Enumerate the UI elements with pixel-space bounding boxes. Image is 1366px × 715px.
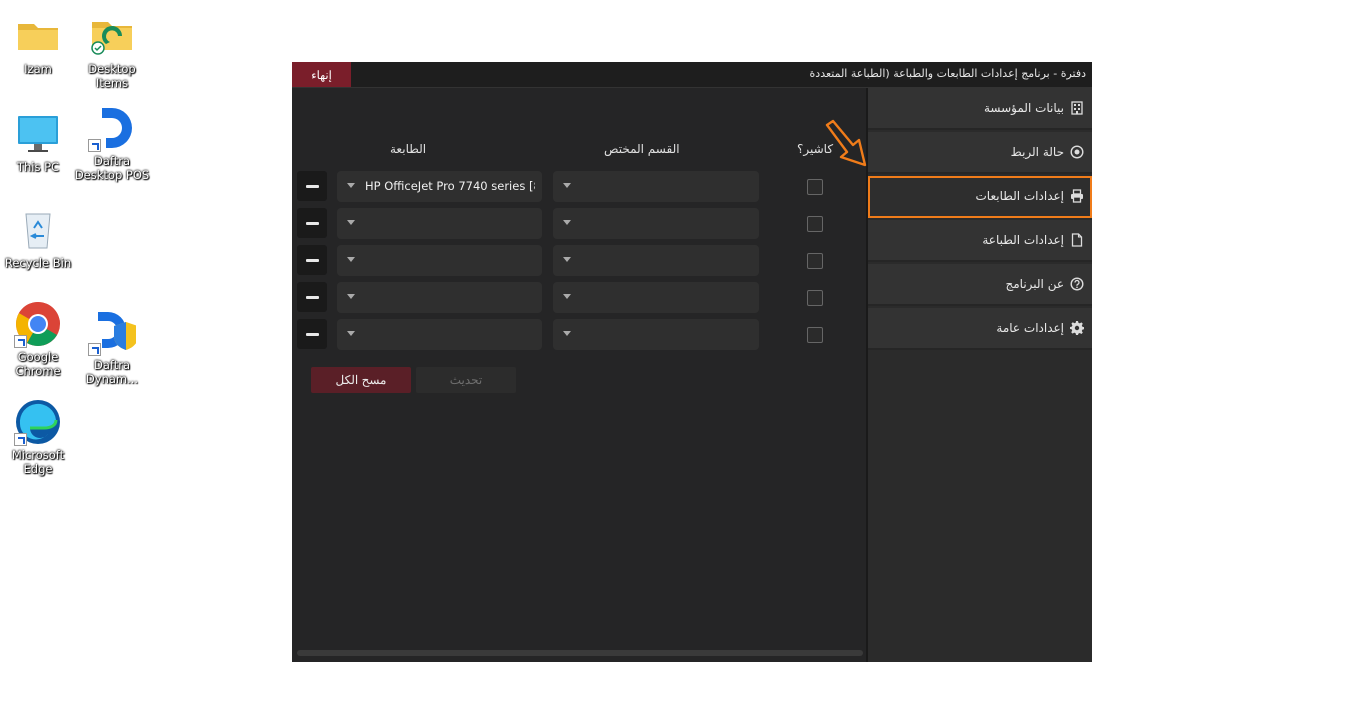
remove-row-button[interactable] (297, 319, 327, 349)
printer-icon (1070, 189, 1084, 203)
cashier-checkbox[interactable] (807, 327, 823, 343)
question-circle-icon (1070, 277, 1084, 291)
cashier-checkbox[interactable] (807, 253, 823, 269)
printers-panel: كاشير؟ القسم المختص الطابعة HP OfficeJet… (292, 88, 866, 662)
printer-dropdown[interactable] (337, 282, 542, 313)
settings-sidebar: بيانات المؤسسة حالة الربط إعدادات الطابع… (866, 88, 1092, 662)
chevron-down-icon (347, 294, 355, 299)
edge-icon (14, 398, 62, 446)
chevron-down-icon (563, 294, 571, 299)
desktop-icon-recycle-bin[interactable]: Recycle Bin (0, 206, 76, 270)
printer-dropdown[interactable] (337, 208, 542, 239)
chevron-down-icon (563, 257, 571, 262)
chevron-down-icon (347, 220, 355, 225)
gear-icon (1070, 321, 1084, 335)
printer-dropdown[interactable]: HP OfficeJet Pro 7740 series [8... (337, 171, 542, 202)
monitor-icon (14, 110, 62, 158)
department-dropdown[interactable] (553, 245, 759, 276)
desktop-icon-google-chrome[interactable]: Google Chrome (0, 300, 76, 378)
app-window: إنهاء دفترة - برنامج إعدادات الطابعات وا… (292, 62, 1092, 662)
chrome-icon (14, 300, 62, 348)
sidebar-item-organization[interactable]: بيانات المؤسسة (868, 88, 1092, 130)
shortcut-arrow-icon (14, 433, 27, 446)
sidebar-item-label: حالة الربط (1010, 145, 1064, 159)
sidebar-item-label: عن البرنامج (1005, 277, 1064, 291)
department-dropdown[interactable] (553, 319, 759, 350)
printer-dropdown-value: HP OfficeJet Pro 7740 series [8... (365, 179, 535, 193)
desktop-icon-label: This PC (16, 160, 60, 174)
sidebar-item-label: بيانات المؤسسة (983, 101, 1064, 115)
sidebar-item-label: إعدادات الطباعة (982, 233, 1064, 247)
desktop-icon-desktop-items[interactable]: Desktop Items (74, 12, 150, 90)
sidebar-item-connection-status[interactable]: حالة الربط (868, 132, 1092, 174)
desktop-icon-label: Daftra Dynam... (85, 358, 139, 386)
desktop-icon-label: Recycle Bin (4, 256, 72, 270)
printer-dropdown[interactable] (337, 245, 542, 276)
building-icon (1070, 101, 1084, 115)
department-dropdown[interactable] (553, 208, 759, 239)
shortcut-arrow-icon (88, 343, 101, 356)
chevron-down-icon (347, 183, 355, 188)
desktop-icon-izam[interactable]: Izam (0, 12, 76, 76)
remove-row-button[interactable] (297, 282, 327, 312)
cashier-checkbox[interactable] (807, 179, 823, 195)
desktop-icon-this-pc[interactable]: This PC (0, 110, 76, 174)
file-icon (1070, 233, 1084, 247)
column-header-department: القسم المختص (604, 142, 680, 156)
sidebar-item-label: إعدادات الطابعات (975, 189, 1065, 203)
sidebar-item-about[interactable]: عن البرنامج (868, 264, 1092, 306)
synced-folder-icon (88, 12, 136, 60)
desktop-icon-daftra-dynam[interactable]: Daftra Dynam... (74, 308, 150, 386)
chevron-down-icon (347, 257, 355, 262)
recycle-bin-icon (14, 206, 62, 254)
remove-row-button[interactable] (297, 245, 327, 275)
radio-dot-icon (1070, 145, 1084, 159)
cashier-checkbox[interactable] (807, 290, 823, 306)
desktop-icon-label: Daftra Desktop POS (74, 154, 150, 182)
clear-all-button[interactable]: مسح الكل (311, 367, 411, 393)
window-title: دفترة - برنامج إعدادات الطابعات والطباعة… (809, 67, 1086, 80)
daftra-shield-icon (88, 308, 138, 356)
department-dropdown[interactable] (553, 282, 759, 313)
remove-row-button[interactable] (297, 208, 327, 238)
remove-row-button[interactable] (297, 171, 327, 201)
printer-dropdown[interactable] (337, 319, 542, 350)
title-bar: إنهاء دفترة - برنامج إعدادات الطابعات وا… (292, 62, 1092, 88)
refresh-button[interactable]: تحديث (416, 367, 516, 393)
chevron-down-icon (563, 183, 571, 188)
column-header-printer: الطابعة (390, 142, 427, 156)
sidebar-item-print-settings[interactable]: إعدادات الطباعة (868, 220, 1092, 262)
sidebar-item-label: إعدادات عامة (996, 321, 1064, 335)
annotation-arrow-icon (825, 119, 867, 167)
horizontal-scrollbar[interactable] (297, 650, 863, 656)
desktop-icon-label: Google Chrome (15, 350, 61, 378)
desktop-icon-daftra-pos[interactable]: Daftra Desktop POS (74, 104, 150, 182)
folder-icon (14, 12, 62, 60)
desktop-icon-label: Desktop Items (88, 62, 136, 90)
shortcut-arrow-icon (88, 139, 101, 152)
department-dropdown[interactable] (553, 171, 759, 202)
shortcut-arrow-icon (14, 335, 27, 348)
cashier-checkbox[interactable] (807, 216, 823, 232)
exit-button[interactable]: إنهاء (292, 62, 351, 87)
chevron-down-icon (563, 220, 571, 225)
sidebar-item-printer-settings[interactable]: إعدادات الطابعات (868, 176, 1092, 218)
desktop-icon-label: Izam (24, 62, 52, 76)
desktop-icon-microsoft-edge[interactable]: Microsoft Edge (0, 398, 76, 476)
sidebar-item-general-settings[interactable]: إعدادات عامة (868, 308, 1092, 350)
daftra-logo-icon (88, 104, 136, 152)
chevron-down-icon (563, 331, 571, 336)
desktop-icon-label: Microsoft Edge (11, 448, 65, 476)
chevron-down-icon (347, 331, 355, 336)
